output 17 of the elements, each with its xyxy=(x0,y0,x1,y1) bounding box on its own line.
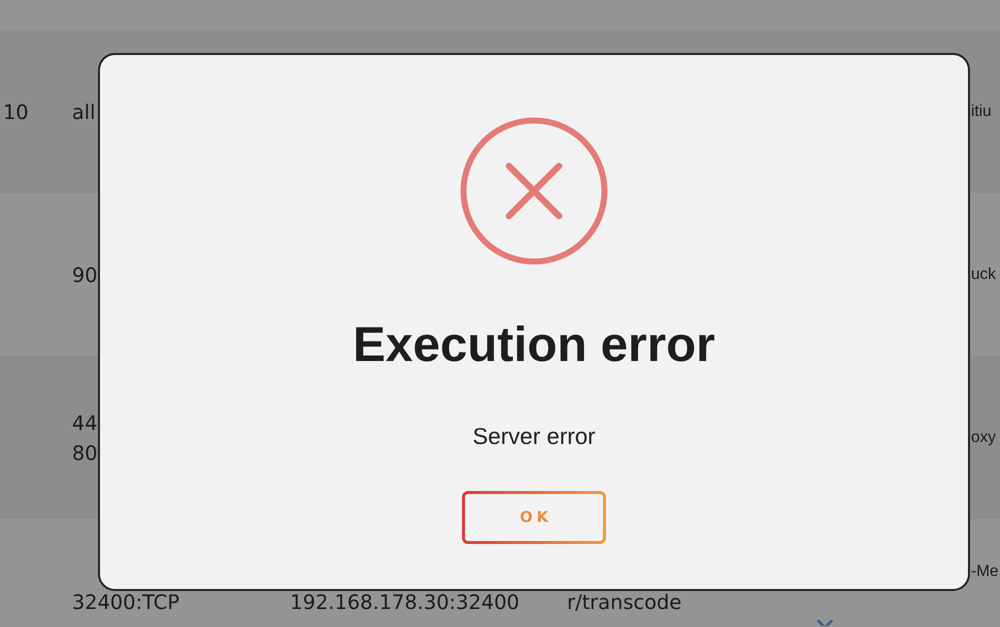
ok-button[interactable]: OK xyxy=(462,491,606,544)
table-cell-text: -Me xyxy=(971,562,999,582)
table-cell-text: 44 xyxy=(72,410,98,436)
dialog-title: Execution error xyxy=(352,317,716,374)
table-cell-text: all xyxy=(72,98,96,126)
table-cell-text: uck xyxy=(971,264,996,284)
table-cell-text: 192.168.178.30:32400 xyxy=(290,589,520,616)
error-circle-x-icon xyxy=(460,117,608,265)
table-cell-text: 10 xyxy=(3,98,28,126)
table-cell-text: itiu xyxy=(971,102,992,122)
dialog-message: Server error xyxy=(472,422,596,450)
table-cell-text: 90 xyxy=(72,262,98,288)
table-cell-text: 32400:TCP xyxy=(72,589,180,616)
table-cell-text: oxy xyxy=(971,428,996,448)
chevron-icon[interactable] xyxy=(817,620,833,626)
table-cell-text: 80 xyxy=(72,440,98,466)
table-cell-text: r/transcode xyxy=(567,589,682,616)
